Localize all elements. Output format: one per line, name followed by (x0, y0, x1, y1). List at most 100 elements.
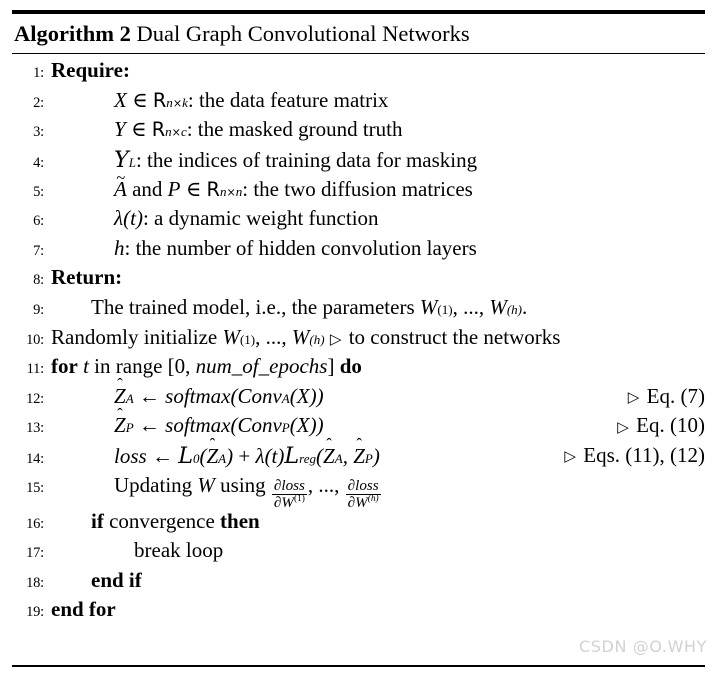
line-text: in range [0, (94, 354, 191, 379)
line-content: loss ← L 0(ˆ Z A) + λ(t) Lreg(ˆ Z A, ˆ Z P) ▷ Eq… (114, 435, 705, 469)
blackboard-R: R (206, 177, 220, 201)
line-comment: to construct the networks (348, 324, 561, 349)
line-number: 1: (33, 65, 44, 82)
line-content: Updating W using ∂loss ∂W(1), ..., ∂loss ∂… (50, 473, 705, 513)
element-of-icon: ∈ (185, 176, 202, 201)
symbol-Z-hat: ˆZ (114, 404, 126, 438)
algorithm-line: 18: end if (12, 568, 705, 598)
line-number: 6: (33, 213, 44, 230)
variable-num-of-epochs: num_of_epochs (195, 354, 328, 379)
ellipsis: , ..., (307, 472, 340, 497)
line-content: Y ∈ Rn×c: the masked ground truth (50, 117, 705, 142)
fraction-dloss-dwh: ∂loss ∂W(h) (345, 477, 381, 511)
comment-text: Eq. (7) (646, 383, 705, 408)
paren-open: ( (199, 444, 207, 468)
line-content: The trained model, i.e., the parameters … (91, 295, 528, 320)
ellipsis: , ..., (452, 295, 485, 320)
line-text: Randomly initialize (51, 324, 218, 349)
arg-X: (X)) (289, 383, 324, 408)
line-number: 19: (26, 604, 44, 621)
algorithm-title: Algorithm 2 Dual Graph Convolutional Net… (12, 14, 705, 53)
times-icon: × (172, 96, 183, 110)
line-content: end for (50, 597, 705, 622)
ellipsis: , ..., (255, 324, 287, 349)
symbol-loss: loss (114, 444, 147, 468)
line-number: 10: (26, 331, 44, 348)
keyword-if: if (91, 508, 104, 533)
symbol-Z-hat: ˆZ (353, 435, 365, 468)
bottom-rule (12, 665, 705, 667)
fraction-numerator: ∂loss (347, 477, 379, 494)
line-content: ˆZP ← softmax(Conv P (X)) ▷ Eq. (10) (114, 404, 705, 438)
algorithm-line: 1: Require: (12, 58, 705, 88)
keyword-end-if: end if (91, 567, 142, 592)
line-text: The trained model, i.e., the parameters (91, 295, 415, 320)
line-content: λ(t): a dynamic weight function (50, 206, 705, 231)
algorithm-title-text: Dual Graph Convolutional Networks (136, 21, 470, 46)
line-description: : the two diffusion matrices (242, 176, 473, 201)
algorithm-line: 7: h: the number of hidden convolution l… (12, 236, 705, 266)
line-number: 4: (33, 155, 44, 172)
condition-text: convergence (109, 508, 215, 533)
line-content: X ∈ Rn×k: the data feature matrix (50, 88, 705, 113)
line-content: for t in range [0, num_of_epochs] do (50, 354, 705, 379)
symbol-P: P (167, 176, 181, 201)
script-L-reg: L (284, 443, 300, 469)
assign-arrow-icon: ← (138, 383, 160, 408)
comma: , (342, 444, 348, 468)
algorithm-line: 19: end for (12, 597, 705, 627)
line-number: 9: (33, 302, 44, 319)
line-content: Require: (50, 58, 705, 83)
keyword-require: Require: (51, 58, 130, 83)
line-number: 3: (33, 124, 44, 141)
line-comment: ▷ Eq. (7) (628, 384, 705, 409)
line-description: : the indices of training data for maski… (135, 148, 478, 173)
script-L: L (178, 443, 193, 469)
line-number: 8: (33, 272, 44, 289)
comment-text: Eq. (10) (636, 413, 705, 438)
keyword-end-for: end for (51, 597, 116, 622)
symbol-W: W (291, 324, 310, 349)
line-number: 2: (33, 94, 44, 111)
times-icon: × (226, 185, 236, 199)
algorithm-label: Algorithm 2 (14, 21, 131, 46)
line-description: : a dynamic weight function (142, 206, 379, 231)
triangle-marker-icon: ▷ (617, 419, 629, 436)
line-content: break loop (50, 538, 705, 563)
line-number: 13: (26, 420, 44, 437)
keyword-do: do (339, 354, 362, 379)
line-content: h: the number of hidden convolution laye… (50, 236, 705, 261)
paren-close: ) (135, 206, 143, 231)
bracket-close: ] (327, 354, 335, 379)
word-and: and (132, 176, 163, 201)
algorithm-line: 6: λ(t): a dynamic weight function (12, 206, 705, 236)
algorithm-line: 9: The trained model, i.e., the paramete… (12, 295, 705, 325)
arg-X: (X)) (289, 413, 324, 438)
fraction-dloss-dw1: ∂loss ∂W(1) (271, 478, 307, 511)
func-softmax-conv: softmax(Conv (165, 413, 282, 438)
symbol-Y: Y (114, 117, 126, 142)
paren-close: ) (372, 444, 380, 468)
algorithm-line: 15: Updating W using ∂loss ∂W(1), ..., ∂l… (12, 473, 705, 511)
symbol-W: W (419, 295, 438, 320)
period: . (522, 295, 528, 320)
word-using: using (220, 472, 266, 497)
line-number: 16: (26, 515, 44, 532)
algorithm-line: 3: Y ∈ Rn×c: the masked ground truth (12, 117, 705, 147)
paren-open: ( (316, 444, 324, 468)
algorithm-line: 11: for t in range [0, num_of_epochs] do (12, 354, 705, 384)
line-content: Randomly initialize W (1), ..., W (h) ▷ to… (51, 324, 561, 349)
symbol-lambda-t: λ(t) (255, 444, 285, 468)
blackboard-R: R (152, 88, 167, 112)
statement-break-loop: break loop (134, 538, 224, 563)
line-number: 12: (26, 390, 44, 407)
watermark: CSDN @O.WHY (579, 637, 707, 656)
assign-arrow-icon: ← (151, 444, 173, 468)
line-description: : the masked ground truth (186, 117, 403, 142)
symbol-t: t (83, 354, 89, 379)
element-of-icon: ∈ (132, 87, 148, 112)
symbol-A-tilde: ~ A (114, 167, 127, 201)
func-softmax-conv: softmax(Conv (165, 383, 282, 408)
symbol-lambda: λ( (114, 206, 131, 231)
paren-close: ) (226, 444, 234, 468)
